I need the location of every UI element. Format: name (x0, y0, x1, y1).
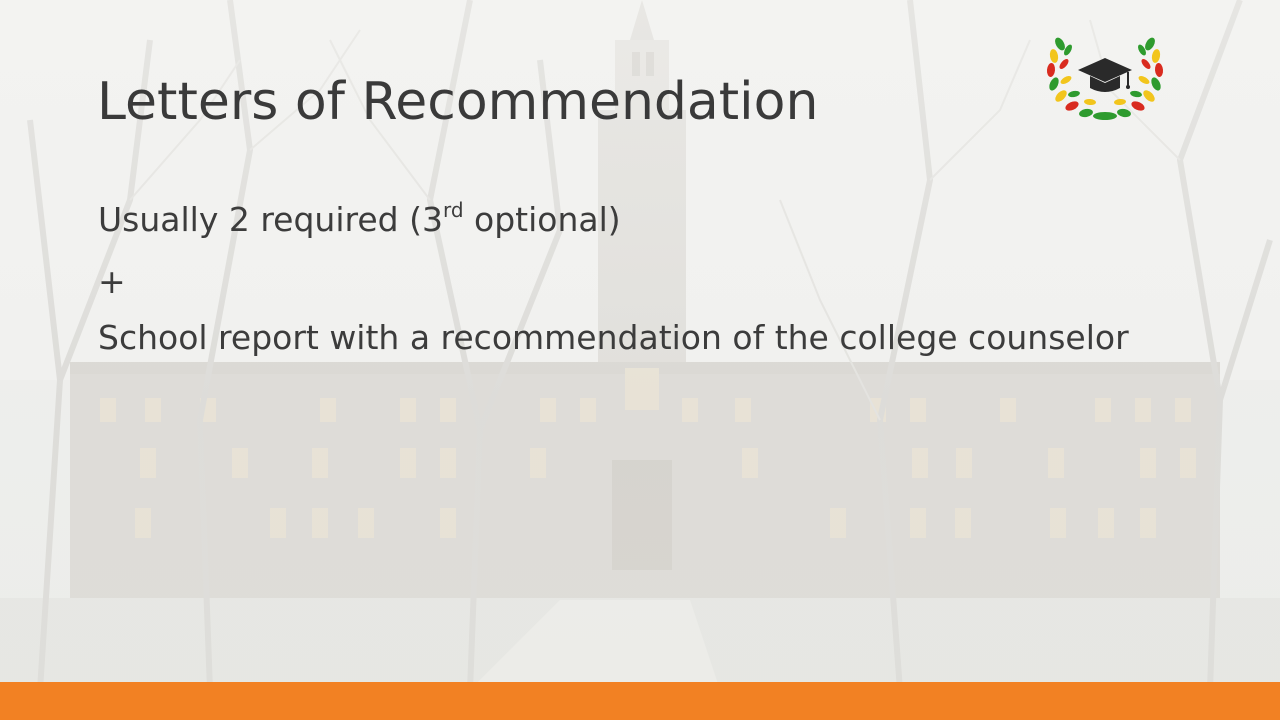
slide-title: Letters of Recommendation (97, 72, 819, 132)
school-report-line: School report with a recommendation of t… (98, 318, 1129, 357)
footer-bar (0, 682, 1280, 720)
graduation-cap-laurel-icon (1046, 37, 1164, 120)
requirement-text: Usually 2 required (3 (98, 200, 443, 239)
slide: Letters of Recommendation Usually 2 requ… (0, 0, 1280, 720)
plus-sign: + (98, 262, 126, 301)
requirement-line: Usually 2 required (3rd optional) (98, 200, 621, 239)
requirement-tail: optional) (463, 200, 621, 239)
ordinal-suffix: rd (442, 198, 464, 222)
